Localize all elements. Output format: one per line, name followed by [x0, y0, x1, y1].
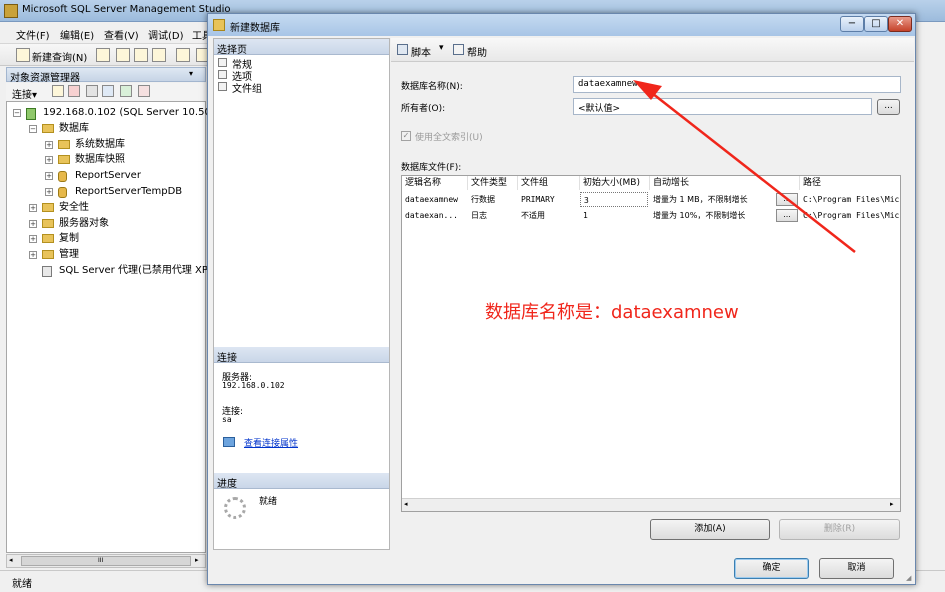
- annotation-arrow: [633, 80, 856, 253]
- arrow-shaft: [647, 89, 856, 253]
- annotation-text: 数据库名称是：dataexamnew: [485, 302, 739, 323]
